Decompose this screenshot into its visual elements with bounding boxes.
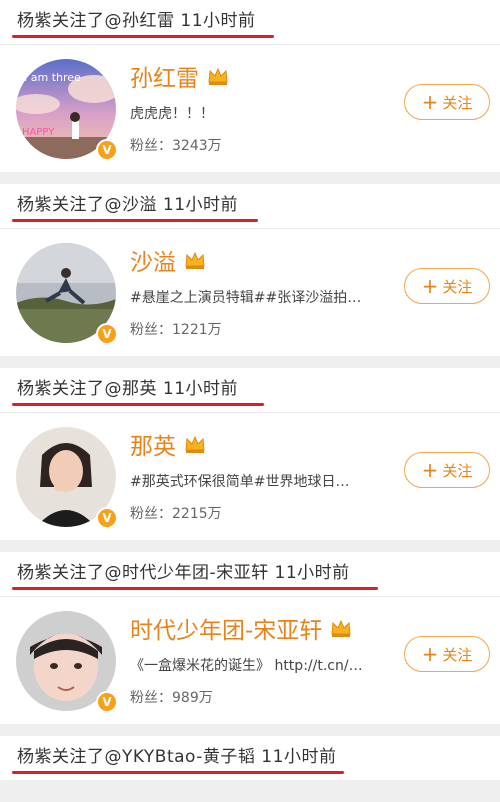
user-card[interactable]: I am three HAPPY V 孙红雷 虎虎虎！！！ 粉丝：3243万 +… (0, 44, 500, 172)
user-description: 《一盒爆米花的诞生》 http://t.cn/… (130, 658, 363, 674)
crown-icon (184, 434, 206, 454)
user-name[interactable]: 时代少年团-宋亚轩 (130, 611, 322, 645)
feed-header: 杨紫关注了@YKYBtao-黄子韬 11小时前 (0, 736, 500, 780)
header-underline (12, 403, 264, 406)
feed-header: 杨紫关注了@那英 11小时前 (0, 368, 500, 412)
header-underline (12, 219, 258, 222)
follow-button[interactable]: + 关注 (404, 452, 490, 489)
name-row: 时代少年团-宋亚轩 (130, 611, 400, 645)
user-card[interactable]: V 沙溢 #悬崖之上演员特辑##张译沙溢拍… 粉丝：1221万 + 关注 (0, 228, 500, 356)
avatar-caption-top: I am three (24, 71, 81, 84)
user-info: 时代少年团-宋亚轩 《一盒爆米花的诞生》 http://t.cn/… 粉丝：98… (130, 611, 400, 707)
feed-header: 杨紫关注了@时代少年团-宋亚轩 11小时前 (0, 552, 500, 596)
crown-icon (207, 66, 229, 86)
follow-label: 关注 (442, 461, 473, 480)
verified-mark: V (102, 695, 112, 709)
verified-mark: V (102, 143, 112, 157)
divider (0, 356, 500, 368)
fans-count: 粉丝：1221万 (130, 322, 222, 338)
fans-count: 粉丝：989万 (130, 690, 213, 706)
follow-label: 关注 (442, 93, 473, 112)
name-row: 孙红雷 (130, 59, 400, 93)
feed-header-text: 杨紫关注了@YKYBtao-黄子韬 11小时前 (17, 747, 337, 767)
follow-button[interactable]: + 关注 (404, 268, 490, 305)
feed-header-text: 杨紫关注了@沙溢 11小时前 (17, 195, 239, 215)
fans-count: 粉丝：2215万 (130, 506, 222, 522)
user-name[interactable]: 那英 (130, 427, 176, 461)
verified-badge-icon: V (96, 139, 118, 161)
user-description: #悬崖之上演员特辑##张译沙溢拍… (130, 290, 362, 306)
user-card[interactable]: V 时代少年团-宋亚轩 《一盒爆米花的诞生》 http://t.cn/… 粉丝：… (0, 596, 500, 724)
user-info: 沙溢 #悬崖之上演员特辑##张译沙溢拍… 粉丝：1221万 (130, 243, 400, 339)
verified-badge-icon: V (96, 507, 118, 529)
verified-badge-icon: V (96, 691, 118, 713)
feed-header-text: 杨紫关注了@那英 11小时前 (17, 379, 239, 399)
verified-mark: V (102, 511, 112, 525)
verified-mark: V (102, 327, 112, 341)
feed-header: 杨紫关注了@沙溢 11小时前 (0, 184, 500, 228)
follow-button[interactable]: + 关注 (404, 636, 490, 673)
name-row: 那英 (130, 427, 400, 461)
user-name[interactable]: 沙溢 (130, 243, 176, 277)
fans-count: 粉丝：3243万 (130, 138, 222, 154)
crown-icon (184, 250, 206, 270)
follow-label: 关注 (442, 277, 473, 296)
crown-icon (330, 618, 352, 638)
avatar-container[interactable]: V (16, 427, 118, 529)
plus-icon: + (421, 642, 439, 667)
header-underline (12, 587, 378, 590)
divider (0, 540, 500, 552)
follow-button[interactable]: + 关注 (404, 84, 490, 121)
plus-icon: + (421, 274, 439, 299)
divider (0, 172, 500, 184)
user-info: 孙红雷 虎虎虎！！！ 粉丝：3243万 (130, 59, 400, 155)
avatar-caption-bottom: HAPPY (22, 127, 55, 138)
avatar-container[interactable]: V (16, 611, 118, 713)
avatar-container[interactable]: I am three HAPPY V (16, 59, 118, 161)
verified-badge-icon: V (96, 323, 118, 345)
divider (0, 724, 500, 736)
plus-icon: + (421, 458, 439, 483)
feed-header-text: 杨紫关注了@孙红雷 11小时前 (17, 11, 256, 31)
user-info: 那英 #那英式环保很简单#世界地球日… 粉丝：2215万 (130, 427, 400, 523)
header-underline (12, 35, 274, 38)
avatar-container[interactable]: V (16, 243, 118, 345)
user-description: #那英式环保很简单#世界地球日… (130, 474, 350, 490)
feed-header: 杨紫关注了@孙红雷 11小时前 (0, 0, 500, 44)
user-description: 虎虎虎！！！ (130, 106, 214, 122)
header-underline (12, 771, 344, 774)
user-card[interactable]: V 那英 #那英式环保很简单#世界地球日… 粉丝：2215万 + 关注 (0, 412, 500, 540)
follow-feed: 杨紫关注了@孙红雷 11小时前 I am three HAPPY V 孙红雷 虎… (0, 0, 500, 802)
follow-label: 关注 (442, 645, 473, 664)
plus-icon: + (421, 90, 439, 115)
name-row: 沙溢 (130, 243, 400, 277)
user-name[interactable]: 孙红雷 (130, 59, 199, 93)
feed-header-text: 杨紫关注了@时代少年团-宋亚轩 11小时前 (17, 563, 350, 583)
